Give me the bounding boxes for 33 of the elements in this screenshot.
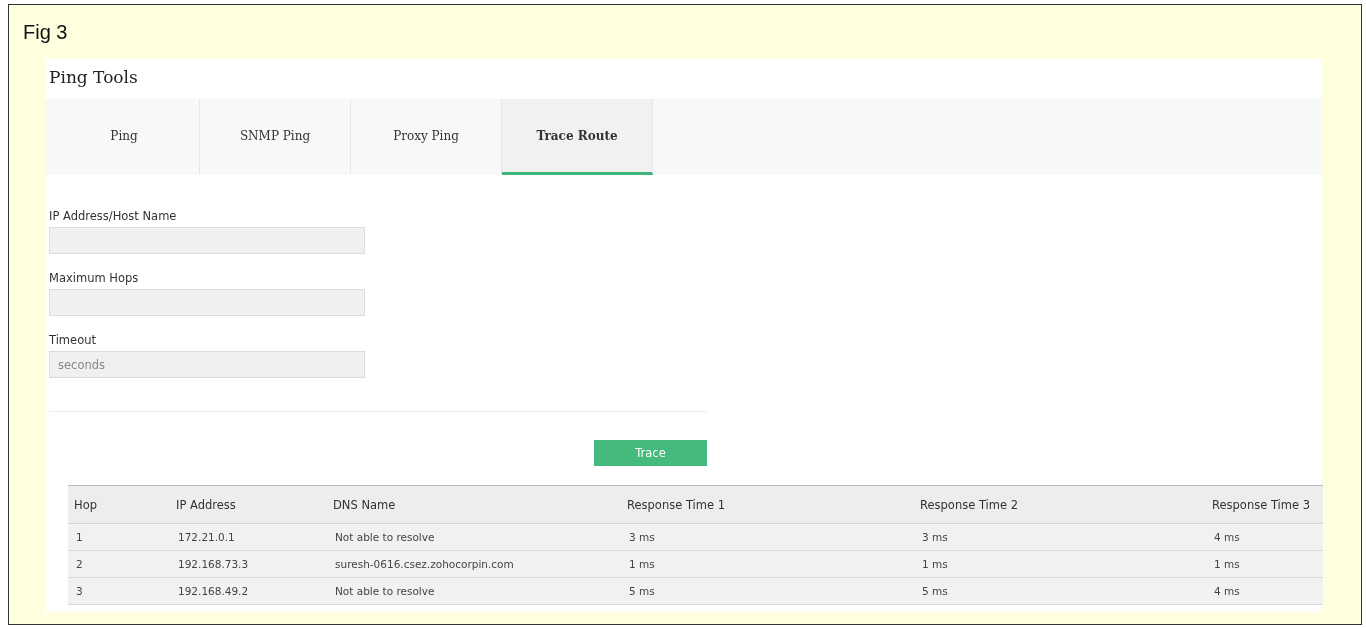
table-cell: 192.168.73.3: [170, 550, 327, 578]
table-cell: suresh-0616.csez.zohocorpin.com: [327, 550, 621, 578]
table-cell: 1: [68, 523, 170, 551]
table-cell: 3 ms: [914, 523, 1206, 551]
input-field[interactable]: [49, 289, 365, 316]
column-header: IP Address: [170, 485, 327, 524]
field-label: IP Address/Host Name: [49, 209, 178, 225]
table-cell: 1 ms: [621, 550, 914, 578]
table-cell: 5 ms: [621, 577, 914, 605]
table-cell: 4 ms: [1206, 577, 1323, 605]
table-cell: 5 ms: [914, 577, 1206, 605]
table-cell: 1 ms: [914, 550, 1206, 578]
table-cell: Not able to resolve: [327, 523, 621, 551]
table-cell: 2: [68, 550, 170, 578]
column-header: Response Time 2: [914, 485, 1206, 524]
field-label: Timeout: [49, 333, 97, 349]
table-cell: 3: [68, 577, 170, 605]
column-header: Response Time 3: [1206, 485, 1323, 524]
table-cell: Not able to resolve: [327, 577, 621, 605]
table-cell: 1 ms: [1206, 550, 1323, 578]
input-field[interactable]: [49, 227, 365, 254]
column-header: Hop: [68, 485, 170, 524]
table-cell: 4 ms: [1206, 523, 1323, 551]
column-header: Response Time 1: [621, 485, 914, 524]
tab[interactable]: Trace Route: [502, 99, 653, 175]
input-field[interactable]: seconds: [49, 351, 365, 378]
field-label: Maximum Hops: [49, 271, 140, 287]
table-cell: 3 ms: [621, 523, 914, 551]
figure-label: Fig 3: [23, 21, 69, 45]
table-cell: 172.21.0.1: [170, 523, 327, 551]
table-cell: 192.168.49.2: [170, 577, 327, 605]
page-title: Ping Tools: [49, 66, 139, 89]
column-header: DNS Name: [327, 485, 621, 524]
